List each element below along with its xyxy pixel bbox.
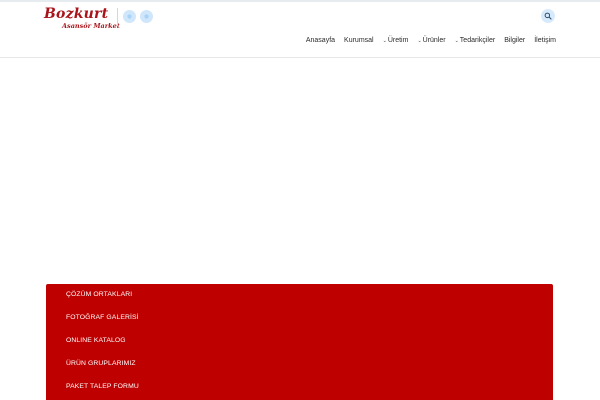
- panel-item-urun-gruplarimiz[interactable]: ÜRÜN GRUPLARIMIZ: [66, 360, 136, 367]
- logo-divider: [117, 8, 118, 26]
- social-icon-2[interactable]: [140, 10, 153, 23]
- search-icon: [544, 12, 552, 20]
- quick-links-panel: ÇÖZÜM ORTAKLARI FOTOĞRAF GALERİSİ ONLINE…: [46, 284, 553, 400]
- brand-name: Bozkurt: [44, 6, 109, 22]
- social-icon-1[interactable]: [123, 10, 136, 23]
- nav-item-urunler[interactable]: ⌄ Ürünler: [417, 37, 445, 44]
- panel-item-paket-talep-formu[interactable]: PAKET TALEP FORMU: [66, 383, 139, 390]
- panel-item-cozum-ortaklari[interactable]: ÇÖZÜM ORTAKLARI: [66, 291, 132, 298]
- nav-item-tedarikciler[interactable]: ⌄ Tedarikçiler: [455, 37, 496, 44]
- panel-item-online-katalog[interactable]: ONLINE KATALOG: [66, 337, 126, 344]
- chevron-down-icon: ⌄: [454, 37, 459, 44]
- nav-label: Tedarikçiler: [459, 37, 496, 44]
- nav-item-iletisim[interactable]: İletişim: [534, 37, 556, 44]
- brand-logo[interactable]: Bozkurt Asansör Market: [44, 6, 120, 36]
- nav-label: İletişim: [534, 37, 556, 44]
- nav-item-kurumsal[interactable]: Kurumsal: [344, 37, 374, 44]
- nav-item-uretim[interactable]: ⌄ Üretim: [383, 37, 409, 44]
- nav-label: Üretim: [387, 37, 409, 44]
- chevron-down-icon: ⌄: [417, 37, 422, 44]
- nav-label: Bilgiler: [504, 37, 526, 44]
- brand-tagline: Asansör Market: [62, 22, 120, 30]
- nav-item-anasayfa[interactable]: Anasayfa: [306, 37, 335, 44]
- panel-item-fotograf-galerisi[interactable]: FOTOĞRAF GALERİSİ: [66, 314, 139, 321]
- nav-label: Ürünler: [422, 37, 446, 44]
- nav-label: Kurumsal: [344, 37, 374, 44]
- search-button[interactable]: [541, 9, 555, 23]
- page: Bozkurt Asansör Market Anasayfa Kurumsal: [0, 0, 600, 400]
- site-header: Bozkurt Asansör Market Anasayfa Kurumsal: [0, 2, 600, 58]
- chevron-down-icon: ⌄: [382, 37, 387, 44]
- nav-item-bilgiler[interactable]: Bilgiler: [504, 37, 525, 44]
- nav-label: Anasayfa: [305, 37, 336, 44]
- main-nav: Anasayfa Kurumsal ⌄ Üretim ⌄ Ürünler ⌄ T…: [306, 37, 556, 44]
